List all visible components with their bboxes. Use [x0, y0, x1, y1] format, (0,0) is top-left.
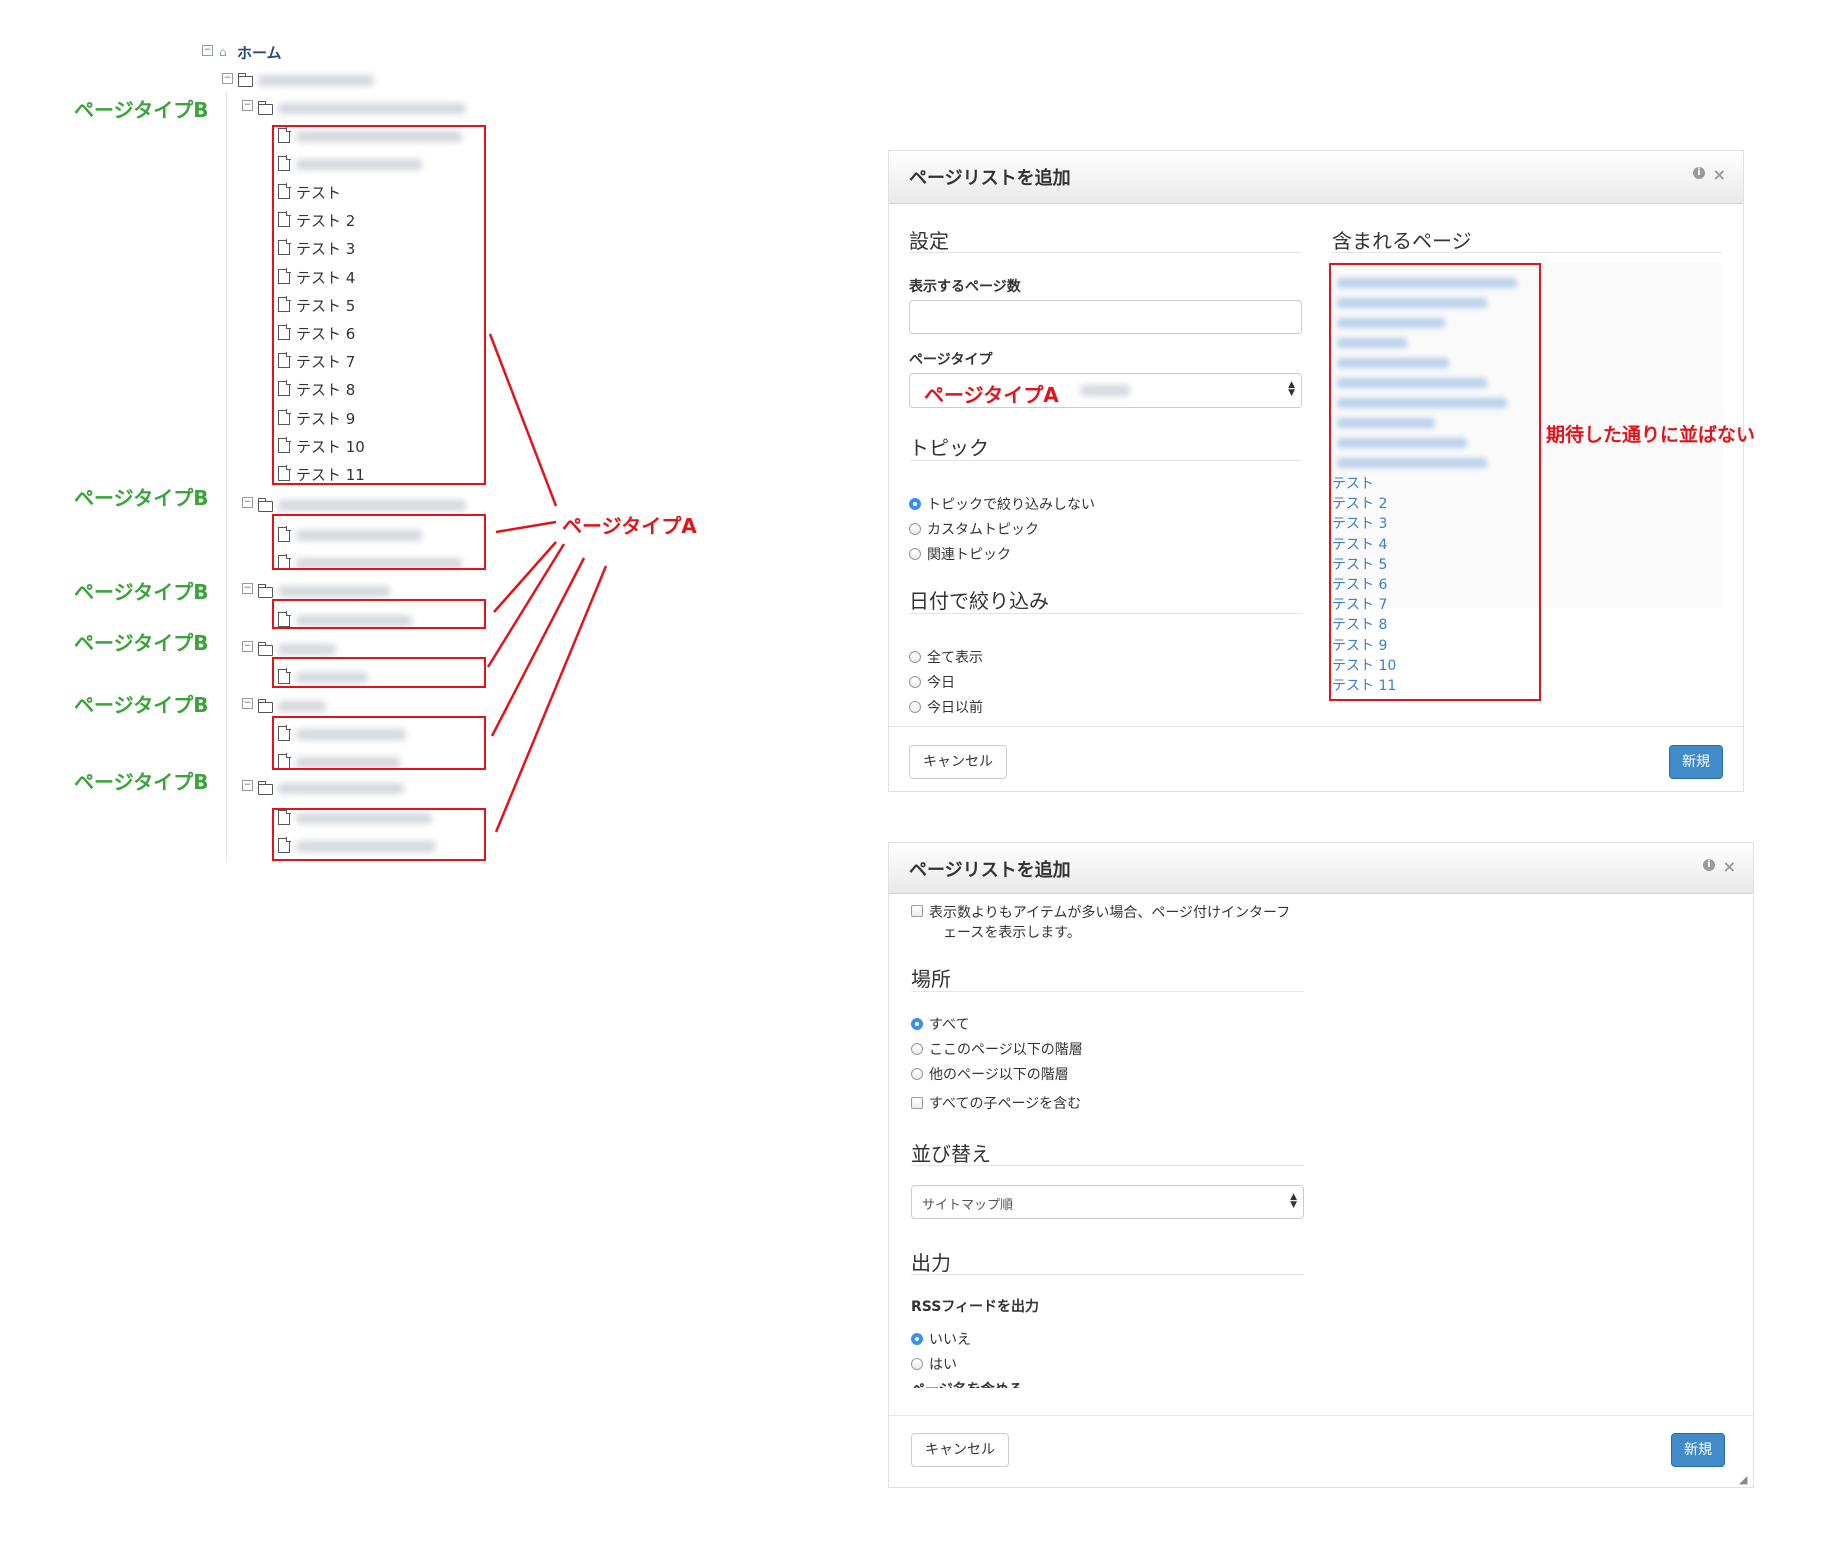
date-option-label: 今日 — [927, 675, 955, 691]
pagination-checkbox[interactable] — [911, 905, 923, 917]
date-radio-all[interactable] — [909, 651, 921, 663]
page-count-input[interactable] — [909, 300, 1302, 334]
date-radio-before-today[interactable] — [909, 701, 921, 713]
section-divider — [909, 252, 1302, 253]
topic-radio-related[interactable] — [909, 548, 921, 560]
page-type-select[interactable]: ページタイプA ▲ ▼ — [909, 373, 1302, 408]
page-type-select-blurred-suffix — [1080, 385, 1130, 396]
annotation-connector-lines — [486, 333, 608, 833]
date-option-label: 今日以前 — [927, 700, 983, 716]
section-divider — [909, 613, 1302, 614]
dialog-title: ページリストを追加 — [909, 168, 1071, 189]
pagination-label-line2: ェースを表示します。 — [943, 925, 1081, 941]
add-page-list-dialog-scrolled: ページリストを追加 i × 表示数よりもアイテムが多い場合、ページ付けインターフ… — [888, 842, 1754, 1488]
dialog-header: ページリストを追加 i × — [889, 843, 1753, 894]
topic-option-label: トピックで絞り込みしない — [927, 497, 1095, 513]
rss-label: RSSフィードを出力 — [911, 1299, 1040, 1315]
section-divider — [911, 991, 1304, 992]
topic-heading: トピック — [909, 436, 989, 460]
add-page-list-dialog: ページリストを追加 i × 設定 表示するページ数 ページタイプ ページタイプA… — [888, 150, 1744, 792]
dialog-title: ページリストを追加 — [909, 860, 1071, 881]
location-option-label: 他のページ以下の階層 — [929, 1067, 1069, 1083]
location-radio-all[interactable] — [911, 1018, 923, 1030]
topic-radio-none[interactable] — [909, 498, 921, 510]
cancel-button[interactable]: キャンセル — [911, 1433, 1009, 1467]
dialog-footer-divider — [889, 726, 1743, 727]
include-page-name-label-cutoff: ページ名を含める — [911, 1379, 1023, 1388]
location-option-label: ここのページ以下の階層 — [929, 1042, 1083, 1058]
topic-option-label: カスタムトピック — [927, 522, 1039, 538]
info-icon[interactable]: i — [1693, 167, 1705, 179]
date-option-label: 全て表示 — [927, 650, 983, 666]
select-arrows-icon: ▲ ▼ — [1290, 1192, 1297, 1210]
include-children-label: すべての子ページを含む — [929, 1096, 1082, 1112]
count-label: 表示するページ数 — [909, 279, 1021, 295]
close-icon[interactable]: × — [1723, 857, 1736, 876]
pagination-label: 表示数よりもアイテムが多い場合、ページ付けインターフ — [929, 905, 1291, 921]
new-button[interactable]: 新規 — [1671, 1433, 1725, 1467]
location-radio-below-current[interactable] — [911, 1043, 923, 1055]
new-button[interactable]: 新規 — [1669, 745, 1723, 779]
rss-radio-yes[interactable] — [911, 1358, 923, 1370]
sort-select-value: サイトマップ順 — [922, 1198, 1014, 1213]
sort-select[interactable]: サイトマップ順 ▲ ▼ — [911, 1185, 1304, 1219]
rss-option-label: はい — [929, 1357, 957, 1373]
cancel-button[interactable]: キャンセル — [909, 745, 1007, 779]
select-arrows-icon: ▲ ▼ — [1288, 380, 1295, 398]
location-radio-below-other[interactable] — [911, 1068, 923, 1080]
page-type-label: ページタイプ — [909, 352, 993, 368]
section-divider — [909, 460, 1302, 461]
dialog-footer-divider — [889, 1415, 1753, 1416]
include-children-checkbox[interactable] — [911, 1097, 923, 1109]
date-radio-today[interactable] — [909, 676, 921, 688]
section-divider — [1332, 252, 1723, 253]
included-pages-heading: 含まれるページ — [1332, 229, 1472, 253]
cut-off-label-wrap: ページ名を含める — [911, 1379, 1023, 1388]
rss-radio-no[interactable] — [911, 1333, 923, 1345]
info-icon[interactable]: i — [1703, 859, 1715, 871]
section-divider — [911, 1165, 1304, 1166]
settings-heading: 設定 — [909, 229, 949, 253]
topic-option-label: 関連トピック — [927, 547, 1011, 563]
output-heading: 出力 — [911, 1251, 951, 1275]
annotation-not-sorted: 期待した通りに並ばない — [1546, 424, 1756, 446]
location-option-label: すべて — [929, 1017, 970, 1033]
highlight-box — [1329, 263, 1541, 701]
topic-radio-custom[interactable] — [909, 523, 921, 535]
dialog-header: ページリストを追加 i × — [889, 151, 1743, 204]
resize-handle-icon[interactable]: ◢ — [1739, 1473, 1747, 1486]
date-filter-heading: 日付で絞り込み — [909, 589, 1049, 613]
location-heading: 場所 — [911, 967, 951, 991]
page-type-select-value: ページタイプA — [924, 383, 1059, 407]
sort-heading: 並び替え — [911, 1142, 991, 1166]
section-divider — [911, 1274, 1304, 1275]
close-icon[interactable]: × — [1713, 165, 1726, 184]
rss-option-label: いいえ — [929, 1332, 971, 1348]
